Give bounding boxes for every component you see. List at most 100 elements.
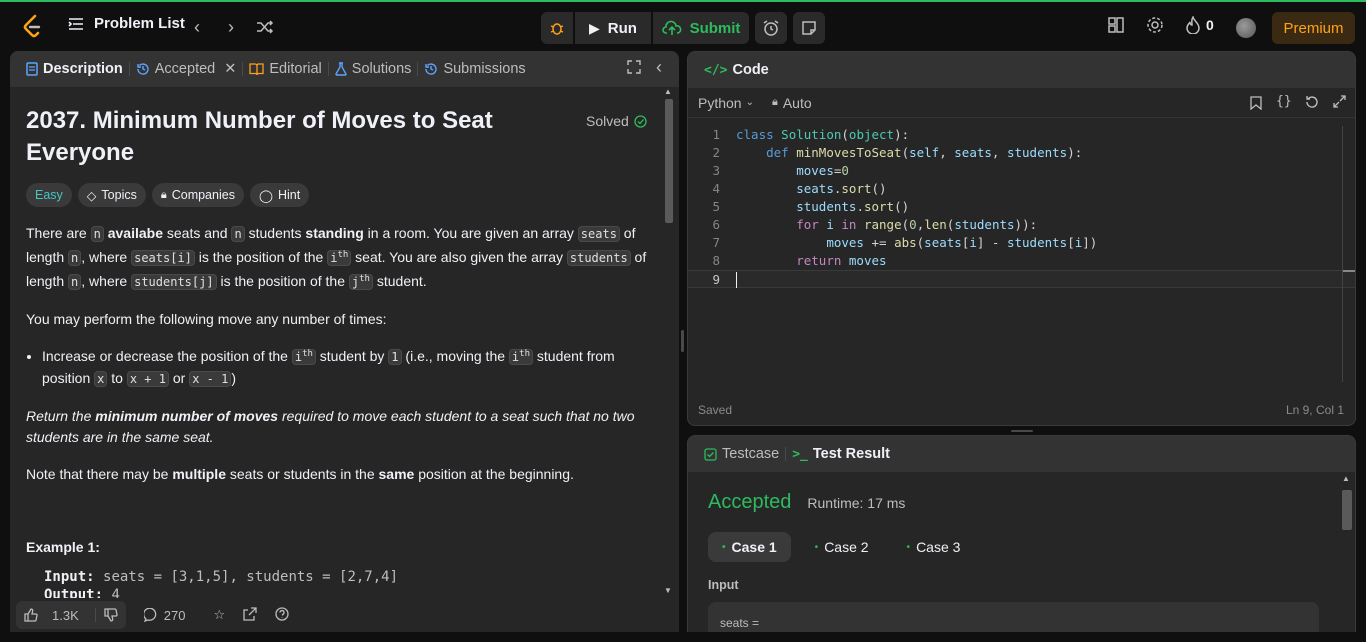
submit-button[interactable]: Submit [653,12,749,44]
case-2-label: Case 2 [824,539,869,555]
code-line: 8 return moves [712,253,887,268]
example-input-label: Input: [44,569,95,585]
like-button[interactable]: 1.3K [16,608,95,623]
alarm-clock-icon [763,20,779,36]
flask-icon [335,62,347,76]
solved-indicator: Solved [586,113,647,129]
pass-dot-icon: • [906,541,911,553]
like-count: 1.3K [52,607,79,623]
autocomplete-mode[interactable]: 🔒︎ Auto [772,95,812,111]
companies-label: Companies [171,188,235,202]
premium-button[interactable]: Premium [1272,12,1355,44]
bookmark-icon[interactable] [1250,96,1262,113]
solved-label: Solved [586,113,629,129]
runtime-value: Runtime: 17 ms [807,495,906,511]
dislike-button[interactable] [94,608,126,622]
share-icon[interactable] [243,606,257,624]
editor-toolbar: Python ⌄ 🔒︎ Auto {} [688,88,1355,118]
code-line: 3 moves=0 [712,163,849,178]
tab-case-2[interactable]: • Case 2 [801,532,883,562]
debug-button[interactable] [541,12,573,44]
description-scrollbar[interactable]: ▲ ▼ [664,87,674,597]
example-input-value: seats = [3,1,5], students = [2,7,4] [103,569,399,585]
topics-label: Topics [101,188,137,202]
fullscreen-icon[interactable] [627,60,641,78]
hint-chip[interactable]: ◯ Hint [249,183,310,207]
result-scrollbar[interactable]: ▲ [1340,472,1354,632]
description-panel: Description Accepted ✕ Editorial Solutio… [10,51,679,632]
list-icon [68,17,83,30]
layout-icon[interactable] [1107,16,1125,37]
code-header-label: Code [732,62,769,78]
list-item: Increase or decrease the position of the… [42,344,656,390]
topics-chip[interactable]: ◇ Topics [77,183,146,207]
tab-editorial[interactable]: Editorial [243,61,327,77]
horizontal-resize-handle[interactable] [1011,430,1033,432]
tab-test-result[interactable]: >_ Test Result [786,446,896,462]
code-line: 6 for i in range(0,len(students)): [712,217,1038,232]
star-icon[interactable]: ☆ [213,607,225,623]
play-icon: ▶ [589,19,600,36]
tab-case-1[interactable]: • Case 1 [708,532,791,562]
code-line: 5 students.sort() [712,199,910,214]
tab-test-result-label: Test Result [812,446,890,462]
history-icon [137,63,149,75]
tab-solutions[interactable]: Solutions [329,61,418,77]
comment-count: 270 [163,607,186,623]
language-select[interactable]: Python ⌄ [698,95,754,111]
text-cursor [736,272,737,288]
lock-icon: 🔒︎ [160,188,167,201]
comments-button[interactable]: 270 [143,607,186,623]
result-panel: Testcase >_ Test Result Accepted Runtime… [687,435,1356,632]
prev-problem-icon[interactable]: ‹ [186,16,208,38]
description-tabs: Description Accepted ✕ Editorial Solutio… [10,51,679,87]
result-summary: Accepted Runtime: 17 ms [708,491,905,514]
tab-testcase-label: Testcase [722,446,780,462]
checkbox-icon [704,447,717,461]
code-editor[interactable]: 1 class Solution(object): 2 def minMovesT… [688,126,1355,288]
chevron-down-icon: ⌄ [745,97,754,108]
collapse-panel-icon[interactable]: ‹ [656,57,662,78]
reset-icon[interactable] [1305,95,1319,112]
comment-icon [143,608,156,622]
problem-paragraph-4: Note that there may be multiple seats or… [26,466,574,482]
shuffle-icon[interactable] [254,16,276,38]
code-brackets-icon: </> [704,62,728,78]
run-button[interactable]: ▶ Run [575,12,651,44]
run-submit-group: ▶ Run Submit [541,12,749,44]
tab-case-3[interactable]: • Case 3 [893,532,975,562]
problem-paragraph-1: There are n availabe seats and n student… [26,225,647,290]
tab-solutions-label: Solutions [351,61,412,77]
avatar[interactable] [1236,18,1256,38]
timer-button[interactable] [755,12,787,44]
expand-icon[interactable] [1333,95,1346,111]
tab-description[interactable]: Description [20,61,129,77]
leetcode-logo-icon[interactable] [20,14,44,40]
tab-testcase[interactable]: Testcase [698,446,785,462]
streak-counter[interactable]: 0 [1186,16,1214,34]
format-braces-icon[interactable]: {} [1276,94,1292,109]
pass-dot-icon: • [814,541,819,553]
tab-accepted[interactable]: Accepted ✕ [130,61,243,77]
settings-gear-icon[interactable] [1146,16,1164,37]
run-label: Run [607,19,637,37]
lightbulb-icon: ◯ [258,188,273,203]
tab-code[interactable]: </> Code [698,62,775,78]
vertical-resize-handle[interactable] [681,330,684,352]
lock-icon: 🔒︎ [771,96,778,108]
code-line: 9 [688,270,1355,288]
companies-chip[interactable]: 🔒︎ Companies [151,183,244,207]
book-icon [249,62,265,75]
help-icon[interactable] [275,606,289,624]
note-icon [802,21,816,35]
problem-list-link[interactable]: Problem List [68,15,185,32]
notes-button[interactable] [793,12,825,44]
move-list: Increase or decrease the position of the… [42,344,656,390]
close-icon[interactable]: ✕ [224,61,236,77]
editor-scroll-track [1342,126,1343,382]
example-title: Example 1: [26,539,100,555]
input-box: seats = [708,602,1319,632]
input-preview: seats = [720,616,760,630]
tab-submissions[interactable]: Submissions [418,61,531,77]
next-problem-icon[interactable]: › [220,16,242,38]
